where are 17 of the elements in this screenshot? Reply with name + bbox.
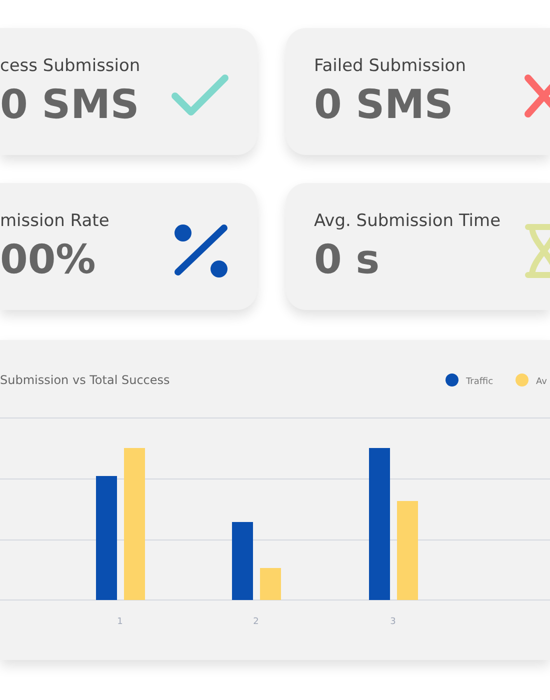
percent-icon: [173, 222, 229, 278]
stat-title: cess Submission: [0, 56, 140, 76]
checkmark-icon: [171, 74, 229, 118]
stat-title: mission Rate: [0, 210, 110, 230]
chart-bar: [260, 568, 281, 600]
stat-value: 0 SMS: [0, 82, 140, 128]
chart-title: Submission vs Total Success: [0, 373, 170, 387]
stat-title: Avg. Submission Time: [314, 210, 501, 230]
legend-label: Traffic: [466, 377, 494, 387]
stat-value: 0 SMS: [314, 82, 454, 128]
axis-label: 3: [390, 617, 396, 627]
legend-label: Av: [536, 377, 547, 387]
stat-value: 0 s: [314, 236, 381, 282]
stat-title: Failed Submission: [314, 56, 466, 76]
stat-value: 00%: [0, 236, 97, 282]
axis-label: 2: [253, 617, 259, 627]
axis-label: 1: [117, 617, 123, 627]
